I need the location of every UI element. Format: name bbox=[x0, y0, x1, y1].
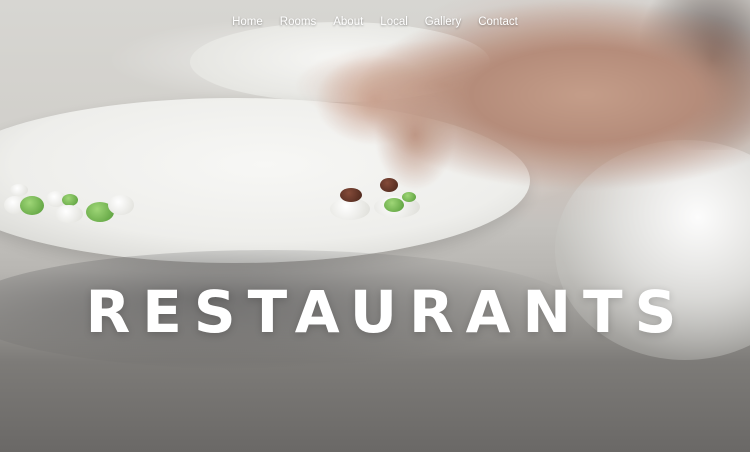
main-navigation: Home Rooms About Local Gallery Contact bbox=[0, 16, 750, 28]
page-title: RESTAURANTS bbox=[85, 277, 689, 346]
food-garnish bbox=[10, 184, 28, 196]
food-garnish bbox=[340, 188, 362, 202]
nav-gallery-link[interactable]: Gallery bbox=[425, 16, 461, 28]
food-garnish bbox=[108, 195, 134, 215]
food-garnish bbox=[20, 196, 44, 215]
chef-hand bbox=[255, 0, 750, 190]
nav-contact-link[interactable]: Contact bbox=[478, 16, 518, 28]
nav-about-link[interactable]: About bbox=[333, 16, 363, 28]
hero-background-image bbox=[0, 0, 750, 452]
nav-rooms-link[interactable]: Rooms bbox=[280, 16, 316, 28]
food-garnish bbox=[402, 192, 416, 202]
nav-local-link[interactable]: Local bbox=[380, 16, 408, 28]
food-garnish bbox=[384, 198, 404, 212]
nav-home-link[interactable]: Home bbox=[232, 16, 263, 28]
food-garnish bbox=[55, 205, 83, 223]
